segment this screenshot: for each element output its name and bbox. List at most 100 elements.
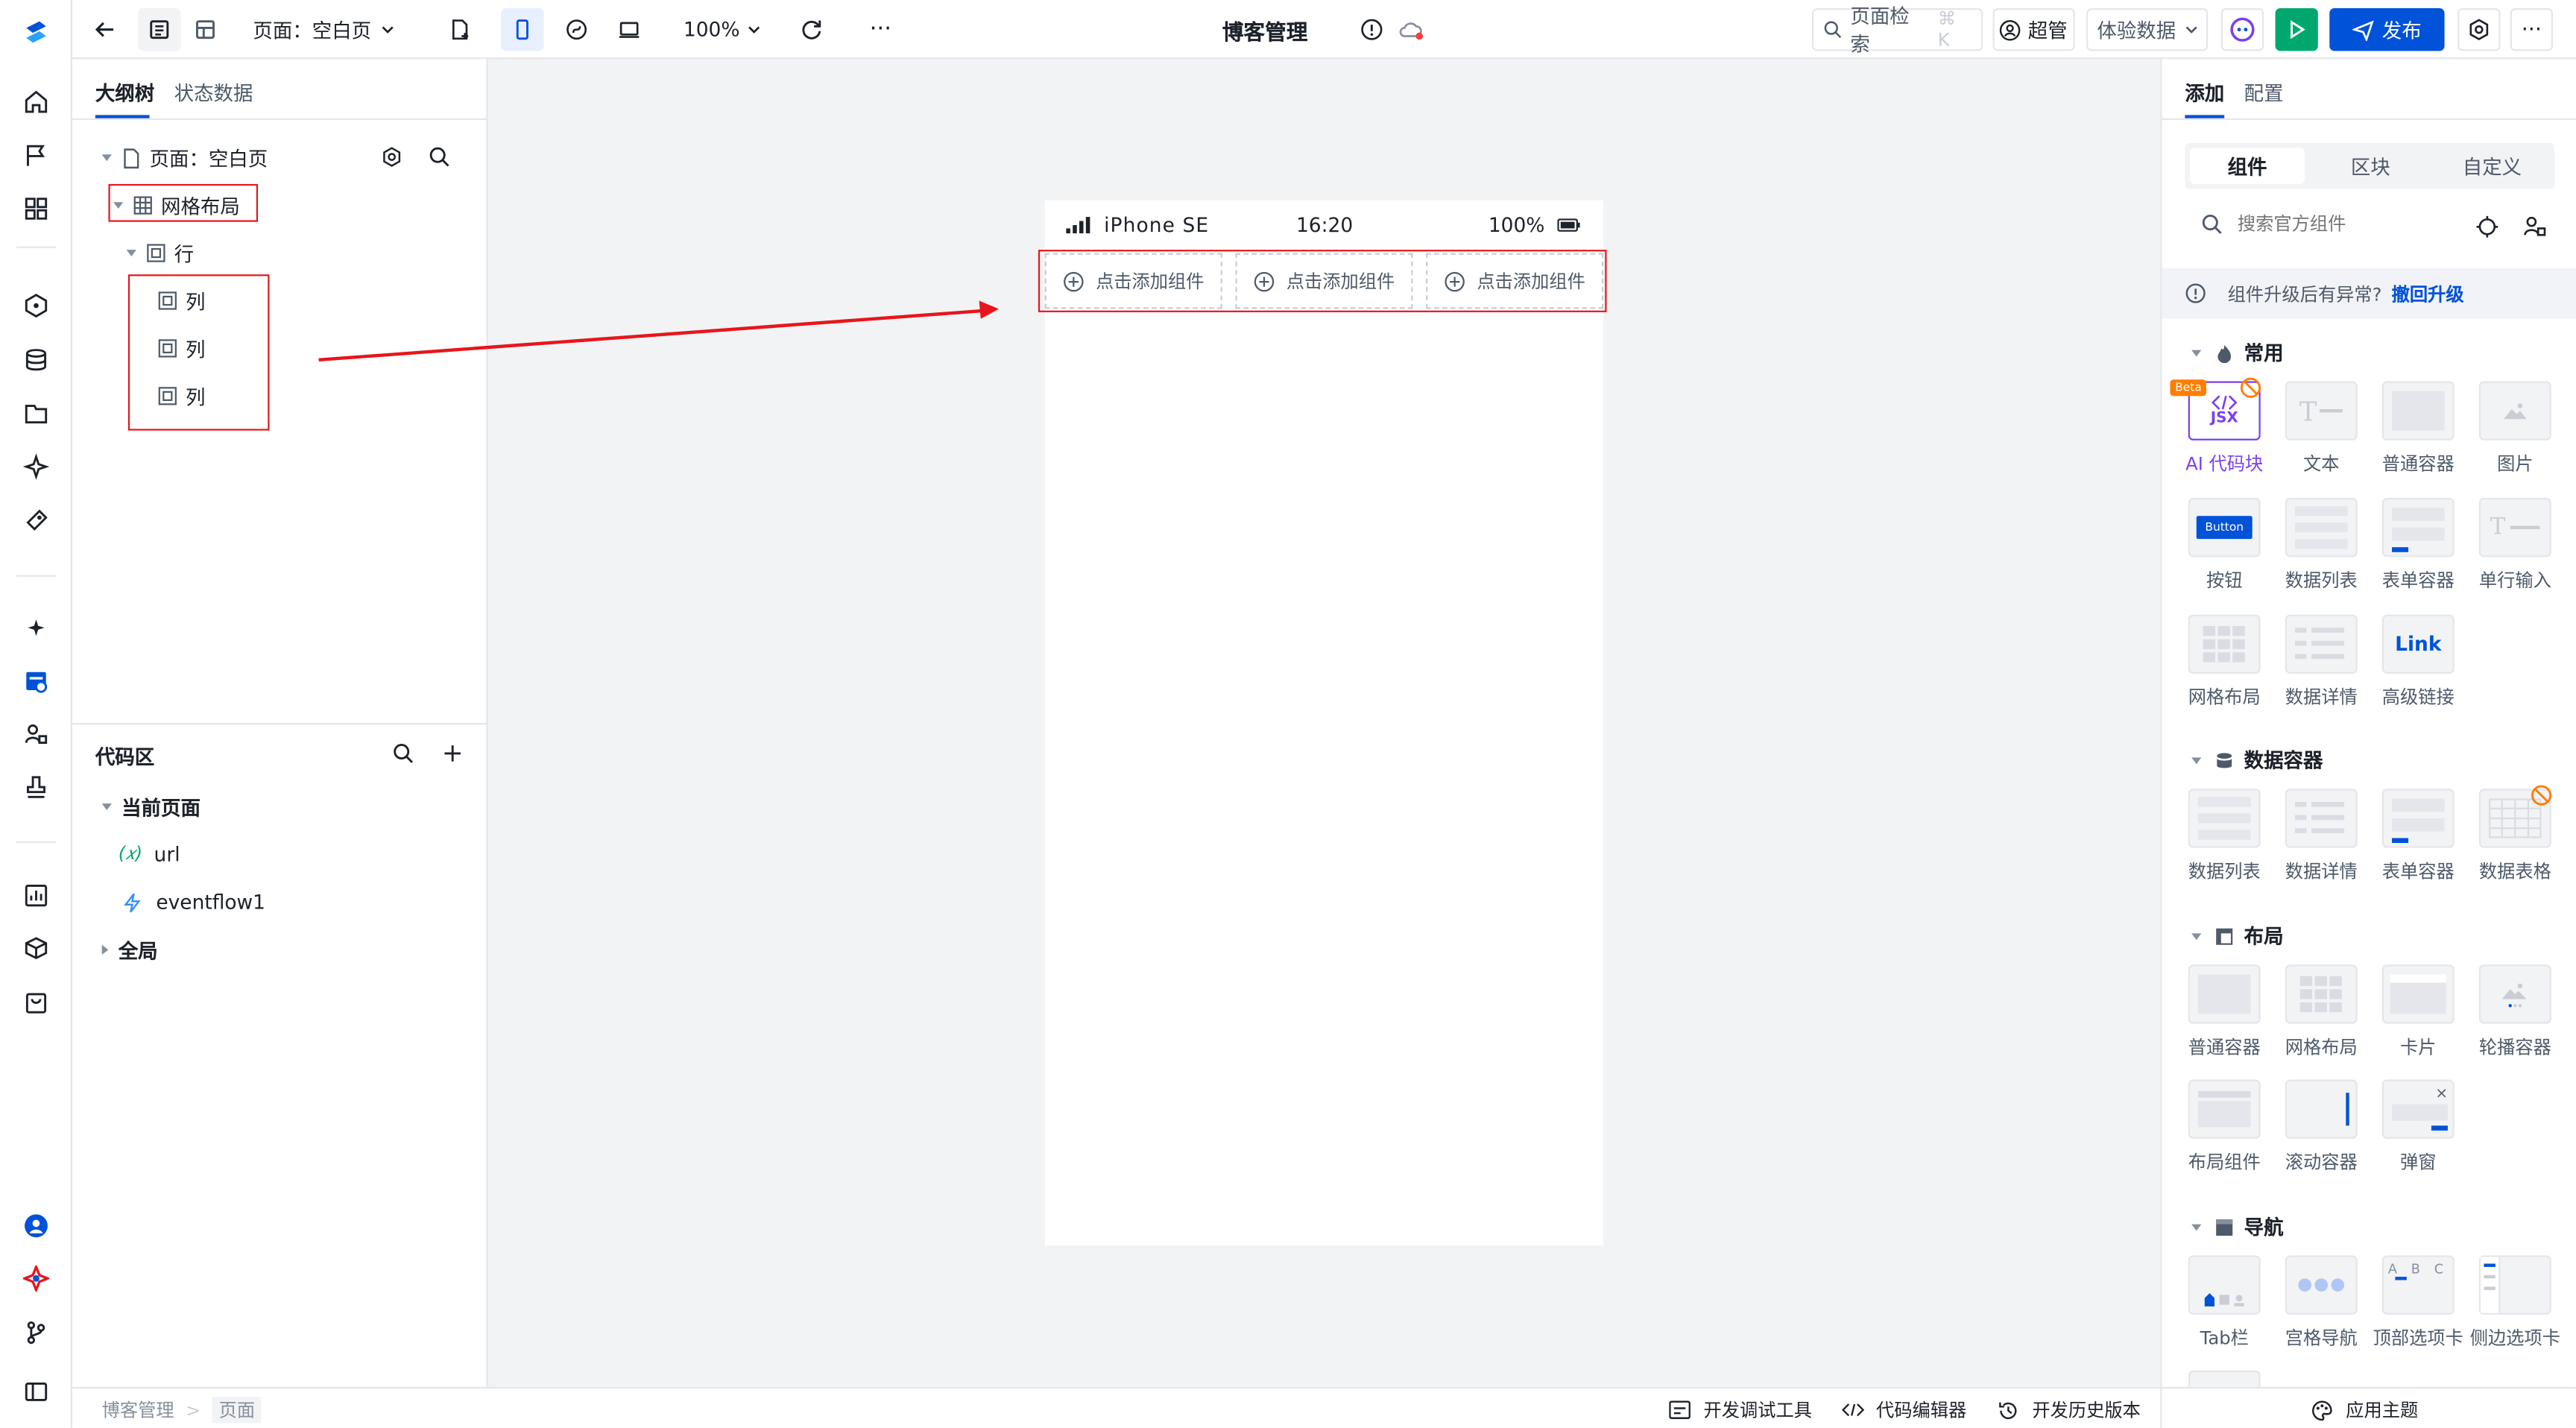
color-wheel-icon[interactable] (19, 1262, 52, 1295)
revert-upgrade-link[interactable]: 撤回升级 (2392, 280, 2464, 306)
rocket-icon[interactable] (19, 505, 52, 537)
layout-view-icon[interactable] (184, 8, 227, 51)
new-page-icon[interactable] (441, 8, 480, 51)
chart-icon[interactable] (19, 879, 52, 912)
section-common[interactable]: 常用 (2191, 338, 2284, 366)
breadcrumb-page[interactable]: 页面 (212, 1397, 262, 1424)
segment-custom[interactable]: 自定义 (2434, 148, 2549, 184)
refresh-icon[interactable] (792, 8, 831, 51)
tree-node-row[interactable]: 行 (126, 238, 194, 268)
component-top-tabs[interactable]: A B C 顶部选项卡 (2369, 1255, 2467, 1350)
phone-canvas[interactable] (1044, 200, 1604, 1246)
component-data-list[interactable]: 数据列表 (2272, 498, 2370, 593)
folder-icon[interactable] (19, 398, 52, 431)
component-grid-nav[interactable]: 宫格导航 (2272, 1255, 2370, 1350)
zoom-select[interactable]: 100% (677, 8, 768, 51)
database-icon[interactable] (19, 344, 52, 376)
tab-config[interactable]: 配置 (2244, 79, 2284, 107)
tab-state-data[interactable]: 状态数据 (174, 79, 253, 107)
avatar-icon[interactable] (19, 1210, 52, 1242)
data-select[interactable]: 体验数据 (2086, 8, 2209, 51)
component-button[interactable]: Button 按钮 (2175, 498, 2273, 593)
more-icon[interactable]: ··· (861, 8, 900, 51)
sparkle-icon[interactable] (19, 450, 52, 483)
desktop-view-icon[interactable] (607, 8, 650, 51)
component-card[interactable]: 卡片 (2369, 964, 2467, 1060)
info-icon[interactable] (1354, 8, 1389, 51)
section-navigation[interactable]: 导航 (2191, 1213, 2284, 1240)
component-side-tabs[interactable]: 侧边选项卡 (2466, 1255, 2564, 1350)
outline-view-icon[interactable] (138, 8, 181, 51)
component-modal[interactable]: × 弹窗 (2369, 1079, 2467, 1175)
component-form-container[interactable]: 表单容器 (2369, 498, 2467, 593)
app-theme-button[interactable]: 应用主题 (2311, 1397, 2418, 1423)
publish-button[interactable]: 发布 (2329, 8, 2445, 51)
code-current-page[interactable]: 当前页面 (101, 792, 201, 822)
logo-icon[interactable] (19, 16, 52, 49)
component-grid-layout[interactable]: 网格布局 (2272, 964, 2370, 1060)
component-form-container[interactable]: 表单容器 (2369, 789, 2467, 884)
users-icon[interactable] (19, 718, 52, 751)
component-scroll-container[interactable]: 滚动容器 (2272, 1079, 2370, 1175)
code-search-icon[interactable] (393, 743, 414, 765)
component-container[interactable]: 普通容器 (2175, 964, 2273, 1060)
breadcrumb-app[interactable]: 博客管理 (102, 1397, 174, 1423)
component-data-list[interactable]: 数据列表 (2175, 789, 2273, 884)
cube-icon[interactable] (19, 932, 52, 964)
code-global[interactable]: 全局 (101, 935, 158, 965)
stamp-icon[interactable] (19, 771, 52, 803)
component-container[interactable]: 普通容器 (2369, 381, 2467, 477)
component-search[interactable] (2201, 213, 2435, 236)
component-layout[interactable]: 布局组件 (2175, 1079, 2273, 1175)
mini-program-icon[interactable] (555, 8, 598, 51)
section-data-container[interactable]: 数据容器 (2191, 746, 2323, 774)
settings-icon[interactable] (2457, 8, 2501, 51)
apps-icon[interactable] (19, 192, 52, 225)
component-data-detail[interactable]: 数据详情 (2272, 614, 2370, 710)
component-text-input[interactable]: T 单行输入 (2466, 498, 2564, 593)
component-data-detail[interactable]: 数据详情 (2272, 789, 2370, 884)
segment-blocks[interactable]: 区块 (2313, 148, 2428, 184)
tab-outline[interactable]: 大纲树 (95, 79, 154, 107)
code-editor-button[interactable]: 代码编辑器 (1841, 1397, 1966, 1423)
page-select[interactable]: 页面：空白页 (247, 8, 401, 51)
back-icon[interactable] (86, 8, 125, 51)
component-market-icon[interactable] (2523, 215, 2546, 238)
code-item-label: eventflow1 (156, 891, 266, 914)
mobile-view-icon[interactable] (501, 8, 544, 51)
section-layout[interactable]: 布局 (2191, 922, 2284, 950)
run-button[interactable] (2275, 8, 2318, 51)
tree-node-page[interactable]: 页面：空白页 (101, 143, 268, 173)
component-image[interactable]: 图片 (2466, 381, 2564, 477)
component-grid-layout[interactable]: 网格布局 (2175, 614, 2273, 710)
flag-icon[interactable] (19, 139, 52, 172)
sidebar-toggle-icon[interactable] (19, 1375, 52, 1408)
ai-assistant-icon[interactable] (2220, 8, 2264, 51)
history-button[interactable]: 开发历史版本 (1998, 1397, 2141, 1423)
magic-icon[interactable] (19, 611, 52, 644)
code-item-url[interactable]: (𝑥) url (119, 840, 180, 870)
component-search-input[interactable] (2237, 213, 2435, 236)
branch-icon[interactable] (19, 1316, 52, 1349)
cloud-sync-icon[interactable] (1393, 8, 1429, 51)
add-code-icon[interactable] (442, 743, 464, 765)
page-design-icon[interactable] (19, 666, 52, 698)
flow-icon (124, 892, 141, 912)
segment-components[interactable]: 组件 (2189, 148, 2305, 184)
bag-icon[interactable] (19, 986, 52, 1019)
more-menu-icon[interactable]: ··· (2510, 8, 2554, 51)
code-item-eventflow[interactable]: eventflow1 (121, 888, 265, 917)
role-button[interactable]: 超管 (1992, 8, 2075, 51)
component-carousel[interactable]: 轮播容器 (2466, 964, 2564, 1060)
component-tab-bar[interactable]: Tab栏 (2175, 1255, 2273, 1350)
component-advanced-link[interactable]: Link 高级链接 (2369, 614, 2467, 710)
hexagon-icon[interactable] (19, 289, 52, 322)
locate-icon[interactable] (2475, 215, 2498, 238)
page-settings-icon[interactable] (381, 146, 402, 168)
component-text[interactable]: T 文本 (2272, 381, 2370, 477)
tree-search-icon[interactable] (429, 146, 450, 168)
tab-add[interactable]: 添加 (2185, 79, 2224, 107)
page-search-button[interactable]: 页面检索 ⌘ K (1812, 5, 1983, 56)
home-icon[interactable] (19, 86, 52, 119)
dev-tools-button[interactable]: 开发调试工具 (1669, 1397, 1812, 1423)
